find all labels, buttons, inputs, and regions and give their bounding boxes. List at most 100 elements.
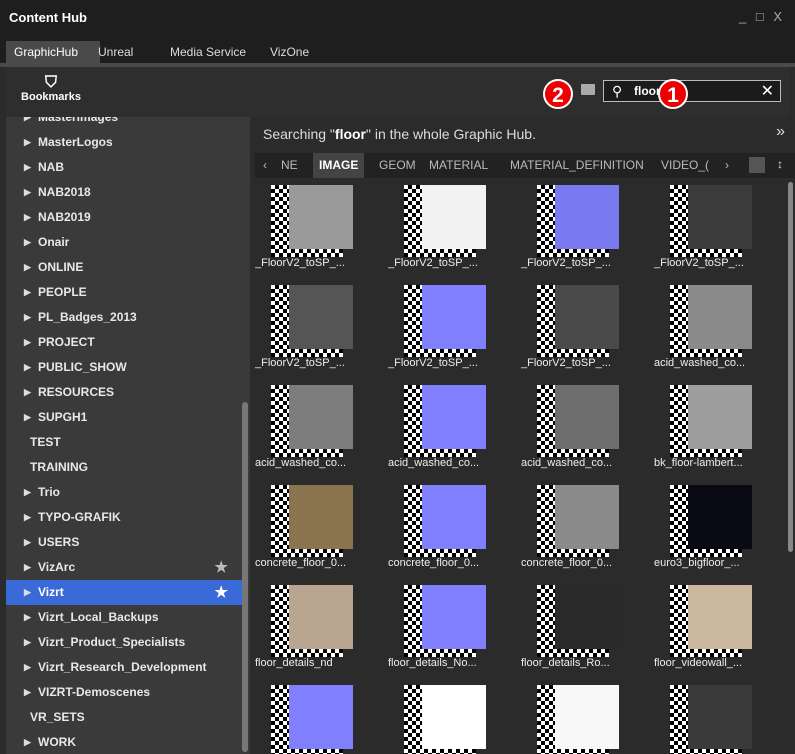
- sidebar-item[interactable]: ▶ NAB2018: [6, 180, 244, 205]
- sidebar-item[interactable]: ▶ WORK: [6, 730, 244, 754]
- sidebar-item[interactable]: ▶ NAB: [6, 155, 244, 180]
- sidebar-item[interactable]: ▶ ONLINE: [6, 255, 244, 280]
- sidebar-item[interactable]: ▶ PUBLIC_SHOW: [6, 355, 244, 380]
- expand-arrow-icon[interactable]: ▶: [24, 305, 31, 330]
- sidebar-item[interactable]: ▶ PEOPLE: [6, 280, 244, 305]
- sidebar-item[interactable]: ▶ Trio: [6, 480, 244, 505]
- sidebar-scrollbar[interactable]: [242, 402, 248, 752]
- expand-arrow-icon[interactable]: ▶: [24, 280, 31, 305]
- expand-arrow-icon[interactable]: ▶: [24, 230, 31, 255]
- expand-arrow-icon[interactable]: ▶: [24, 555, 31, 580]
- sidebar-item[interactable]: ▶ PL_Badges_2013: [6, 305, 244, 330]
- thumbnail-item[interactable]: concrete_floor_0...: [255, 485, 354, 569]
- thumbnail-item[interactable]: floor_videowall_...: [654, 585, 753, 669]
- sidebar-item[interactable]: ▶ PROJECT: [6, 330, 244, 355]
- thumbnail-image: [688, 385, 752, 449]
- expand-arrow-icon[interactable]: ▶: [24, 380, 31, 405]
- clear-search-icon[interactable]: ✕: [761, 81, 774, 101]
- thumbnail-item[interactable]: euro3_bigfloor_...: [654, 485, 753, 569]
- sidebar-item[interactable]: ▶ VIZRT-Demoscenes: [6, 680, 244, 705]
- thumbnail-item[interactable]: acid_washed_co...: [388, 385, 487, 469]
- sidebar-item[interactable]: ▶ VizArc ★: [6, 555, 244, 580]
- thumbnail-item[interactable]: acid_washed_co...: [654, 285, 753, 369]
- thumbnail-item[interactable]: concrete_floor_0...: [388, 485, 487, 569]
- grid-view-icon[interactable]: [749, 157, 765, 173]
- favorite-star-icon[interactable]: ★: [215, 580, 228, 605]
- thumbnail-item[interactable]: floor_details_Ro...: [521, 585, 620, 669]
- type-tab-video[interactable]: VIDEO_(: [661, 158, 709, 172]
- folder-search-icon[interactable]: [581, 84, 595, 95]
- thumbnail-item[interactable]: floor_details_No...: [388, 585, 487, 669]
- sidebar-item[interactable]: VR_SETS: [6, 705, 244, 730]
- thumbnail-item[interactable]: acid_washed_co...: [521, 385, 620, 469]
- bookmarks-button[interactable]: ⛉ Bookmarks: [16, 75, 86, 104]
- expand-arrow-icon[interactable]: ▶: [24, 130, 31, 155]
- thumbnail-item[interactable]: [521, 685, 620, 754]
- thumbnail-item[interactable]: [255, 685, 354, 754]
- sidebar-item[interactable]: ▶ Vizrt_Research_Development: [6, 655, 244, 680]
- thumbnail-item[interactable]: _FloorV2_toSP_...: [521, 285, 620, 369]
- content-scrollbar[interactable]: [788, 182, 793, 552]
- sidebar-item[interactable]: ▶ NAB2019: [6, 205, 244, 230]
- thumbnail-item[interactable]: _FloorV2_toSP_...: [388, 185, 487, 269]
- thumbnail-item[interactable]: [388, 685, 487, 754]
- thumbnail-item[interactable]: acid_washed_co...: [255, 385, 354, 469]
- expand-arrow-icon[interactable]: ▶: [24, 355, 31, 380]
- sort-icon[interactable]: ↕: [777, 157, 783, 171]
- expand-arrow-icon[interactable]: ▶: [24, 680, 31, 705]
- expand-arrow-icon[interactable]: ▶: [24, 205, 31, 230]
- expand-arrow-icon[interactable]: ▶: [24, 655, 31, 680]
- expand-arrow-icon[interactable]: ▶: [24, 630, 31, 655]
- tab-media-service[interactable]: Media Service: [162, 41, 260, 63]
- sidebar-item[interactable]: ▶ Vizrt ★: [6, 580, 244, 605]
- sidebar-item[interactable]: ▶ MasterLogos: [6, 130, 244, 155]
- expand-arrow-icon[interactable]: ▶: [24, 480, 31, 505]
- sidebar-item[interactable]: ▶ MasterImages: [6, 117, 244, 130]
- expand-icon[interactable]: »: [776, 123, 785, 141]
- expand-arrow-icon[interactable]: ▶: [24, 405, 31, 430]
- tab-unreal[interactable]: Unreal: [90, 41, 158, 63]
- search-input[interactable]: ⚲ floor ✕: [603, 80, 781, 102]
- thumbnail-item[interactable]: [654, 685, 753, 754]
- window-controls[interactable]: _ □ X: [739, 9, 785, 24]
- sidebar-item[interactable]: ▶ TYPO-GRAFIK: [6, 505, 244, 530]
- tab-graphichub[interactable]: GraphicHub: [6, 41, 100, 63]
- thumbnail-item[interactable]: concrete_floor_0...: [521, 485, 620, 569]
- favorite-star-icon[interactable]: ★: [215, 555, 228, 580]
- expand-arrow-icon[interactable]: ▶: [24, 117, 31, 130]
- next-type-icon[interactable]: ›: [725, 158, 729, 172]
- thumbnail-item[interactable]: _FloorV2_toSP_...: [388, 285, 487, 369]
- thumbnail-item[interactable]: _FloorV2_toSP_...: [255, 285, 354, 369]
- expand-arrow-icon[interactable]: ▶: [24, 530, 31, 555]
- expand-arrow-icon[interactable]: ▶: [24, 505, 31, 530]
- thumbnail-item[interactable]: floor_details_nd: [255, 585, 354, 669]
- sidebar-item-label: MasterImages: [38, 117, 119, 124]
- type-tab-material-definition[interactable]: MATERIAL_DEFINITION: [510, 158, 644, 172]
- type-tab-geom[interactable]: GEOM: [379, 158, 416, 172]
- prev-type-icon[interactable]: ‹: [263, 158, 267, 172]
- expand-arrow-icon[interactable]: ▶: [24, 730, 31, 754]
- thumbnail-item[interactable]: _FloorV2_toSP_...: [255, 185, 354, 269]
- type-tab-material[interactable]: MATERIAL: [429, 158, 488, 172]
- thumbnail-item[interactable]: _FloorV2_toSP_...: [521, 185, 620, 269]
- expand-arrow-icon[interactable]: ▶: [24, 155, 31, 180]
- search-status: Searching "floor" in the whole Graphic H…: [263, 126, 536, 142]
- type-tab-ne[interactable]: NE: [281, 158, 298, 172]
- thumbnail-item[interactable]: _FloorV2_toSP_...: [654, 185, 753, 269]
- expand-arrow-icon[interactable]: ▶: [24, 180, 31, 205]
- expand-arrow-icon[interactable]: ▶: [24, 580, 31, 605]
- sidebar-item[interactable]: ▶ USERS: [6, 530, 244, 555]
- expand-arrow-icon[interactable]: ▶: [24, 605, 31, 630]
- expand-arrow-icon[interactable]: ▶: [24, 255, 31, 280]
- type-tab-image[interactable]: IMAGE: [313, 153, 365, 178]
- sidebar-item[interactable]: ▶ Vizrt_Product_Specialists: [6, 630, 244, 655]
- sidebar-item[interactable]: TRAINING: [6, 455, 244, 480]
- sidebar-item[interactable]: ▶ SUPGH1: [6, 405, 244, 430]
- thumbnail-item[interactable]: bk_floor-lambert...: [654, 385, 753, 469]
- expand-arrow-icon[interactable]: ▶: [24, 330, 31, 355]
- sidebar-item[interactable]: ▶ Vizrt_Local_Backups: [6, 605, 244, 630]
- sidebar-item[interactable]: ▶ Onair: [6, 230, 244, 255]
- sidebar-item[interactable]: ▶ RESOURCES: [6, 380, 244, 405]
- sidebar-item[interactable]: TEST: [6, 430, 244, 455]
- tab-vizone[interactable]: VizOne: [262, 41, 330, 63]
